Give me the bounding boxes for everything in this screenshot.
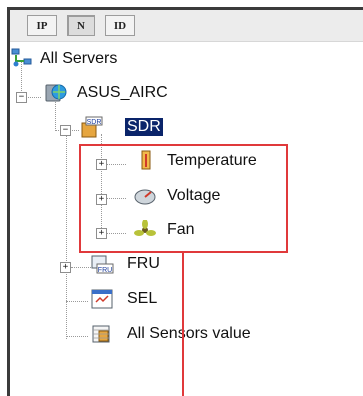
view-toolbar: IP N ID bbox=[10, 10, 363, 42]
tree-connector bbox=[66, 134, 67, 339]
collapse-icon[interactable]: − bbox=[60, 125, 71, 136]
tree-item-label: SEL bbox=[127, 290, 158, 307]
server-globe-icon bbox=[45, 84, 67, 102]
fru-icon: FRU bbox=[91, 255, 114, 274]
callout-line bbox=[182, 253, 184, 396]
sdr-icon: SDR bbox=[81, 116, 103, 138]
tree-item-label: ASUS_AIRC bbox=[77, 84, 168, 101]
expand-icon[interactable]: + bbox=[60, 262, 71, 273]
tree-item-label: All Sensors value bbox=[127, 325, 251, 342]
servers-network-icon bbox=[11, 48, 32, 67]
name-view-button[interactable]: N bbox=[67, 15, 95, 36]
tree-item-label: SDR bbox=[125, 118, 163, 136]
tree-connector bbox=[66, 301, 88, 302]
id-view-button[interactable]: ID bbox=[105, 15, 135, 36]
svg-text:SDR: SDR bbox=[87, 119, 102, 126]
ip-view-button[interactable]: IP bbox=[27, 15, 57, 36]
svg-text:FRU: FRU bbox=[98, 267, 112, 274]
tree-connector bbox=[71, 267, 91, 268]
collapse-icon[interactable]: − bbox=[16, 92, 27, 103]
tree-item-label: All Servers bbox=[40, 50, 118, 67]
sensor-group-highlight bbox=[79, 144, 288, 253]
sensor-table-icon bbox=[92, 325, 110, 343]
tree-item-label: FRU bbox=[127, 255, 160, 272]
tree-connector bbox=[66, 336, 88, 337]
event-log-icon bbox=[91, 289, 113, 309]
